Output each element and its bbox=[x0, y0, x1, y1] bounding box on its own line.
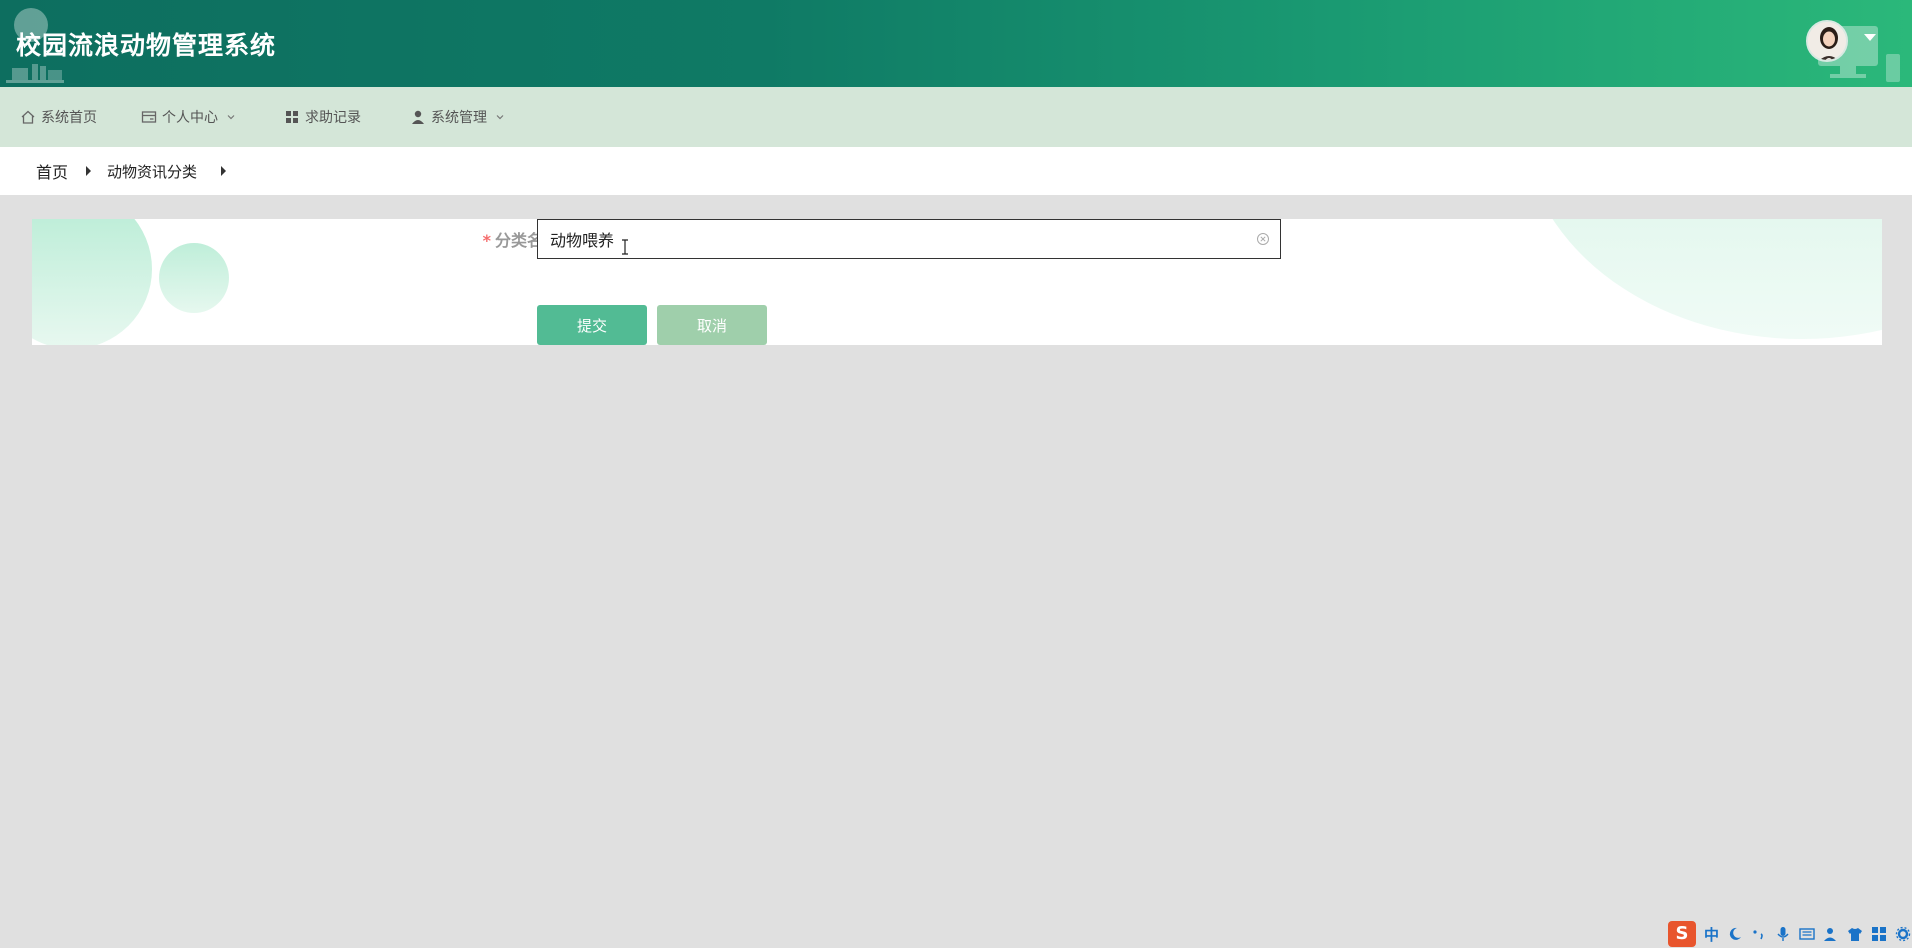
form-card: *分类名称 提交 取消 bbox=[32, 219, 1882, 345]
app-header: 校园流浪动物管理系统 bbox=[0, 0, 1912, 87]
submit-button[interactable]: 提交 bbox=[537, 305, 647, 345]
breadcrumb-separator-icon bbox=[86, 166, 91, 176]
apps-grid-icon[interactable] bbox=[1871, 926, 1887, 942]
moon-icon[interactable] bbox=[1727, 926, 1743, 942]
ime-toolbar: S 中 bbox=[1668, 920, 1912, 948]
nav-item-label: 个人中心 bbox=[162, 110, 218, 126]
breadcrumb: 首页 动物资讯分类 bbox=[0, 147, 1912, 195]
text-cursor-icon bbox=[622, 239, 628, 255]
nav-item-personal-center[interactable]: 个人中心 bbox=[141, 87, 236, 147]
nav-item-system-management[interactable]: 系统管理 bbox=[410, 87, 505, 147]
gear-icon[interactable] bbox=[1895, 926, 1911, 942]
card-icon bbox=[141, 111, 157, 123]
category-name-input[interactable] bbox=[538, 220, 1280, 258]
breadcrumb-current: 动物资讯分类 bbox=[107, 162, 198, 181]
chevron-down-icon bbox=[227, 115, 235, 120]
user-icon bbox=[412, 110, 424, 124]
shirt-icon[interactable] bbox=[1847, 926, 1863, 942]
decorative-blob bbox=[1522, 219, 1882, 339]
nav-item-home[interactable]: 系统首页 bbox=[20, 87, 97, 147]
nav-item-label: 系统管理 bbox=[431, 110, 487, 126]
cancel-button[interactable]: 取消 bbox=[657, 305, 767, 345]
required-mark: * bbox=[482, 231, 491, 250]
user-settings-icon[interactable] bbox=[1823, 926, 1839, 942]
breadcrumb-separator-icon bbox=[221, 166, 226, 176]
microphone-icon[interactable] bbox=[1775, 926, 1791, 942]
grid-icon bbox=[286, 111, 298, 123]
user-avatar[interactable] bbox=[1806, 20, 1848, 62]
keyboard-icon[interactable] bbox=[1799, 926, 1815, 942]
avatar-dropdown-caret-icon[interactable] bbox=[1864, 34, 1876, 41]
nav-item-label: 求助记录 bbox=[305, 110, 361, 126]
decorative-blob bbox=[32, 219, 152, 345]
decorative-blob bbox=[159, 243, 229, 313]
chevron-down-icon bbox=[496, 115, 504, 120]
category-name-field bbox=[537, 219, 1281, 259]
sogou-logo-icon[interactable]: S bbox=[1668, 921, 1696, 947]
clear-icon[interactable] bbox=[1256, 232, 1270, 246]
punctuation-icon[interactable] bbox=[1751, 926, 1767, 942]
app-title: 校园流浪动物管理系统 bbox=[16, 31, 277, 60]
top-nav: 系统首页 个人中心 求助记录 系统管理 bbox=[0, 87, 1912, 147]
breadcrumb-home[interactable]: 首页 bbox=[36, 159, 68, 183]
nav-item-label: 系统首页 bbox=[41, 110, 97, 126]
nav-item-help-records[interactable]: 求助记录 bbox=[284, 87, 361, 147]
home-icon bbox=[21, 110, 35, 124]
books-decoration-icon bbox=[6, 64, 64, 83]
ime-language-toggle[interactable]: 中 bbox=[1704, 924, 1719, 945]
